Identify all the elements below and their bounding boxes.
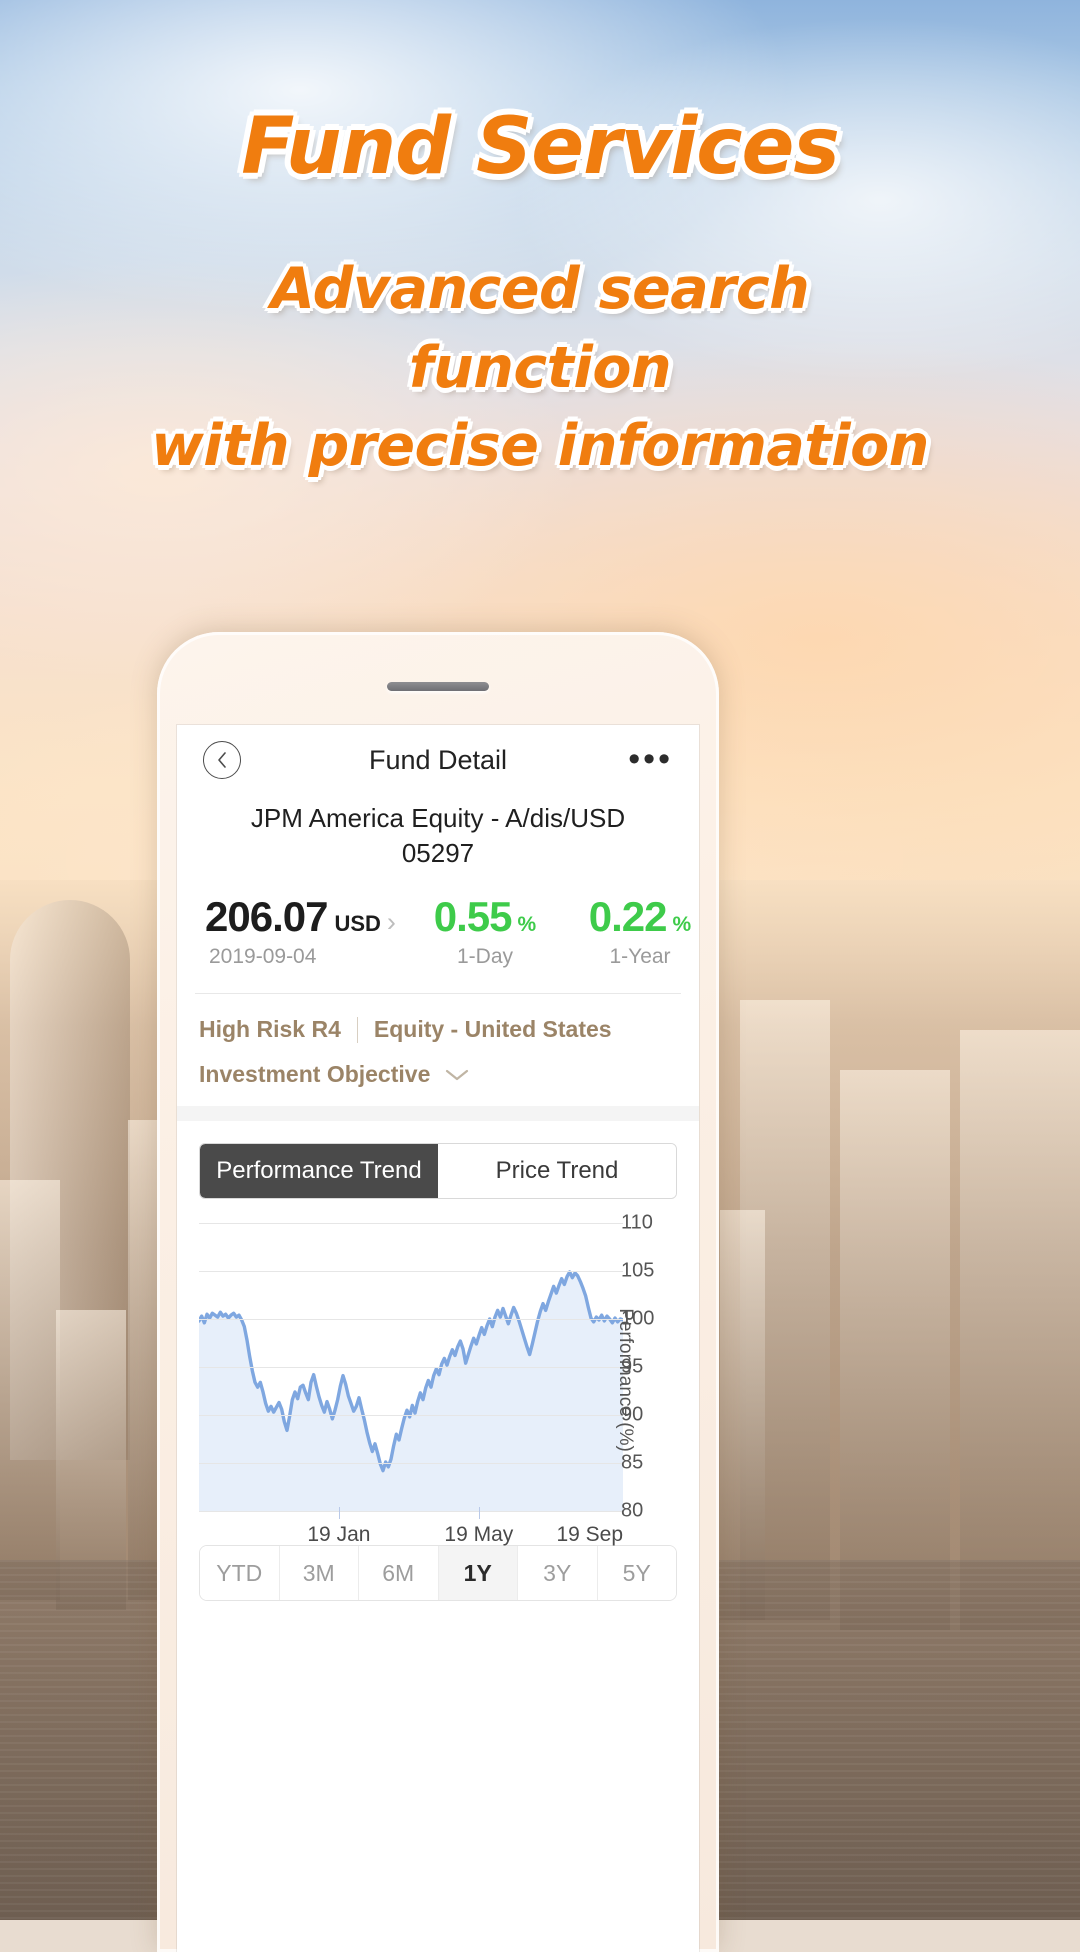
page-title: Fund Services — [241, 102, 840, 192]
chart-x-tick-label: 19 Jan — [307, 1523, 371, 1547]
fund-category: Equity - United States — [373, 1016, 612, 1043]
nav-price-date: 2019-09-04 — [209, 945, 317, 969]
subtitle-line-1: Advanced search — [270, 256, 810, 322]
building — [840, 1070, 950, 1630]
change-1day-label: 1-Day — [456, 945, 514, 969]
change-1year-label: 1-Year — [609, 945, 671, 969]
range-button-5y[interactable]: 5Y — [597, 1546, 676, 1601]
app-navbar: Fund Detail ••• — [177, 725, 699, 795]
chart-gridline — [199, 1415, 623, 1417]
fund-name: JPM America Equity - A/dis/USD — [250, 803, 626, 833]
risk-separator — [356, 1016, 358, 1043]
chart-x-tick-label: 19 May — [444, 1523, 514, 1547]
fund-code: 05297 — [401, 838, 475, 869]
tab-performance-trend[interactable]: Performance Trend — [200, 1144, 438, 1199]
chart-x-tick-label: 19 Sep — [556, 1523, 623, 1547]
tab-price-trend[interactable]: Price Trend — [438, 1144, 676, 1199]
range-selector-wrapper: YTD 3M 6M 1Y 3Y 5Y — [177, 1545, 699, 1602]
chart-y-tick-label: 110 — [621, 1211, 653, 1234]
chevron-down-icon — [444, 1061, 470, 1088]
building — [0, 1180, 60, 1600]
phone-mockup: Fund Detail ••• JPM America Equity - A/d… — [157, 632, 719, 1952]
back-button[interactable] — [203, 741, 241, 779]
chart-gridline — [199, 1511, 623, 1513]
earpiece-speaker — [387, 682, 489, 691]
fund-header: JPM America Equity - A/dis/USD 05297 — [177, 795, 699, 871]
chevron-left-icon — [215, 751, 229, 769]
nav-price-currency: USD — [334, 911, 381, 937]
nav-price-value: 206.07 — [205, 893, 328, 941]
poster-headline: Fund Services Advanced search function w… — [0, 0, 1080, 486]
change-1day-value: 0.55 — [433, 893, 513, 941]
change-1year-block: 0.22 % 1-Year — [565, 893, 699, 969]
percent-symbol: % — [672, 913, 692, 937]
navbar-title: Fund Detail — [368, 744, 508, 775]
change-1day-block: 0.55 % 1-Day — [405, 893, 565, 969]
chart-x-tick — [478, 1507, 480, 1520]
price-summary: 206.07 USD › 2019-09-04 0.55 % 1-Day 0.2… — [177, 871, 699, 993]
investment-objective-toggle[interactable]: Investment Objective — [199, 1061, 677, 1088]
range-button-3y[interactable]: 3Y — [518, 1546, 598, 1601]
change-1day-line: 0.55 % — [434, 893, 536, 941]
chart-y-tick-label: 85 — [621, 1451, 644, 1474]
change-1year-value: 0.22 — [588, 893, 668, 941]
phone-screen: Fund Detail ••• JPM America Equity - A/d… — [177, 725, 699, 1952]
percent-symbol: % — [517, 913, 537, 937]
trend-tabs: Performance Trend Price Trend — [199, 1143, 677, 1200]
chart-y-axis-title: Performance (%) — [615, 1308, 637, 1452]
chart-y-tick-label: 105 — [621, 1259, 655, 1282]
nav-price-block[interactable]: 206.07 USD › 2019-09-04 — [197, 893, 405, 969]
building — [720, 1210, 765, 1620]
chevron-right-icon[interactable]: › — [387, 907, 396, 938]
chart-y-tick-label: 80 — [621, 1499, 644, 1522]
subtitle-line-2: function — [408, 334, 672, 401]
poster-subtitle: Advanced search function with precise in… — [0, 250, 1080, 486]
chart-gridline — [199, 1319, 623, 1321]
risk-line: High Risk R4 Equity - United States — [199, 1016, 677, 1043]
range-button-3m[interactable]: 3M — [279, 1546, 359, 1601]
range-button-ytd[interactable]: YTD — [200, 1546, 280, 1601]
trend-tabs-wrapper: Performance Trend Price Trend — [177, 1121, 699, 1200]
range-button-6m[interactable]: 6M — [359, 1546, 439, 1601]
chart-gridline — [199, 1367, 623, 1369]
chart-gridline — [199, 1463, 623, 1465]
performance-chart: 110 105 100 95 90 85 80 Performance (%) 19 Jan… — [177, 1211, 699, 1547]
chart-gridline — [199, 1223, 623, 1225]
chart-x-tick — [338, 1507, 340, 1520]
change-1year-line: 0.22 % — [589, 893, 691, 941]
section-gap — [177, 1106, 699, 1122]
range-button-1y[interactable]: 1Y — [438, 1546, 518, 1601]
building — [960, 1030, 1080, 1630]
investment-objective-label: Investment Objective — [199, 1061, 431, 1088]
range-selector: YTD 3M 6M 1Y 3Y 5Y — [199, 1545, 677, 1602]
subtitle-line-3: with precise information — [151, 413, 929, 480]
risk-level: High Risk R4 — [199, 1016, 341, 1043]
nav-price-line: 206.07 USD › — [205, 893, 405, 941]
risk-section: High Risk R4 Equity - United States Inve… — [177, 994, 699, 1106]
ellipsis-icon[interactable]: ••• — [628, 743, 673, 776]
chart-gridline — [199, 1271, 623, 1273]
